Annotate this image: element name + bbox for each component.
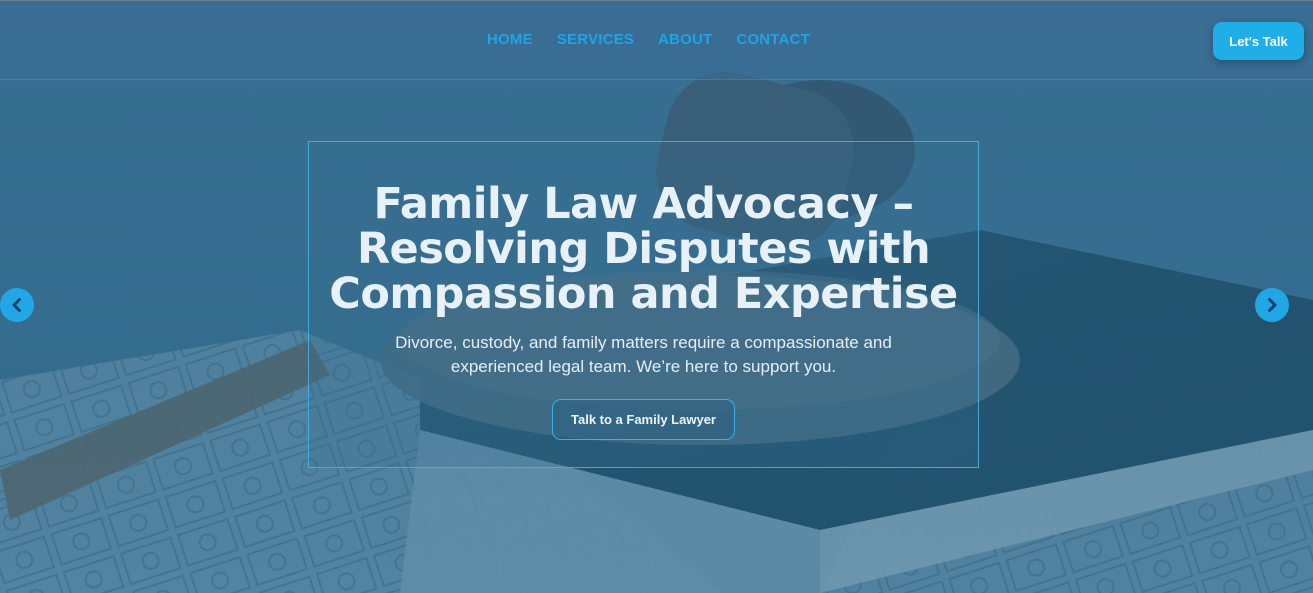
nav-contact-link[interactable]: CONTACT [736,31,810,48]
nav-home-link[interactable]: HOME [487,31,533,48]
chevron-right-icon [1268,298,1277,312]
lets-talk-button[interactable]: Let's Talk [1213,22,1304,60]
hero-title: Family Law Advocacy – Resolving Disputes… [329,179,958,319]
nav-services-link[interactable]: SERVICES [557,31,634,48]
carousel-next-button[interactable] [1255,288,1289,322]
nav-about-link[interactable]: ABOUT [658,31,712,48]
chevron-left-icon [12,298,21,312]
talk-to-family-lawyer-button[interactable]: Talk to a Family Lawyer [552,399,735,440]
hero-subtitle: Divorce, custody, and family matters req… [395,333,892,376]
carousel-prev-button[interactable] [0,288,34,322]
main-nav: HOME SERVICES ABOUT CONTACT [0,31,1313,48]
hero-content-box: Family Law Advocacy – Resolving Disputes… [308,141,979,468]
navbar: HOME SERVICES ABOUT CONTACT Let's Talk [0,1,1313,80]
